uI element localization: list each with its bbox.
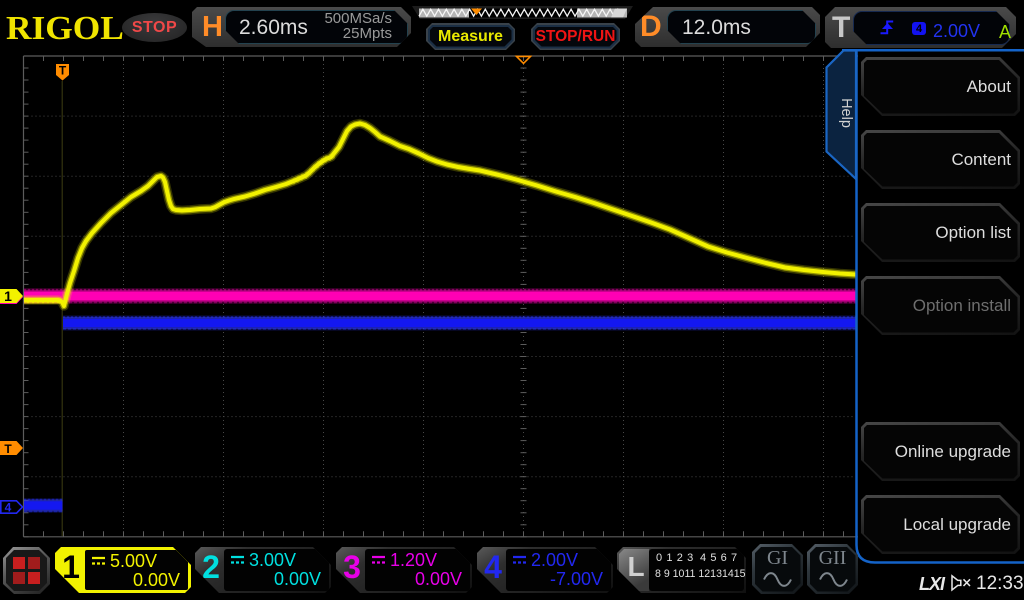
svg-text:4: 4: [5, 501, 12, 515]
svg-text:T: T: [59, 64, 67, 78]
svg-text:Help: Help: [838, 98, 854, 128]
svg-text:T: T: [4, 442, 12, 456]
svg-text:1: 1: [4, 288, 12, 304]
